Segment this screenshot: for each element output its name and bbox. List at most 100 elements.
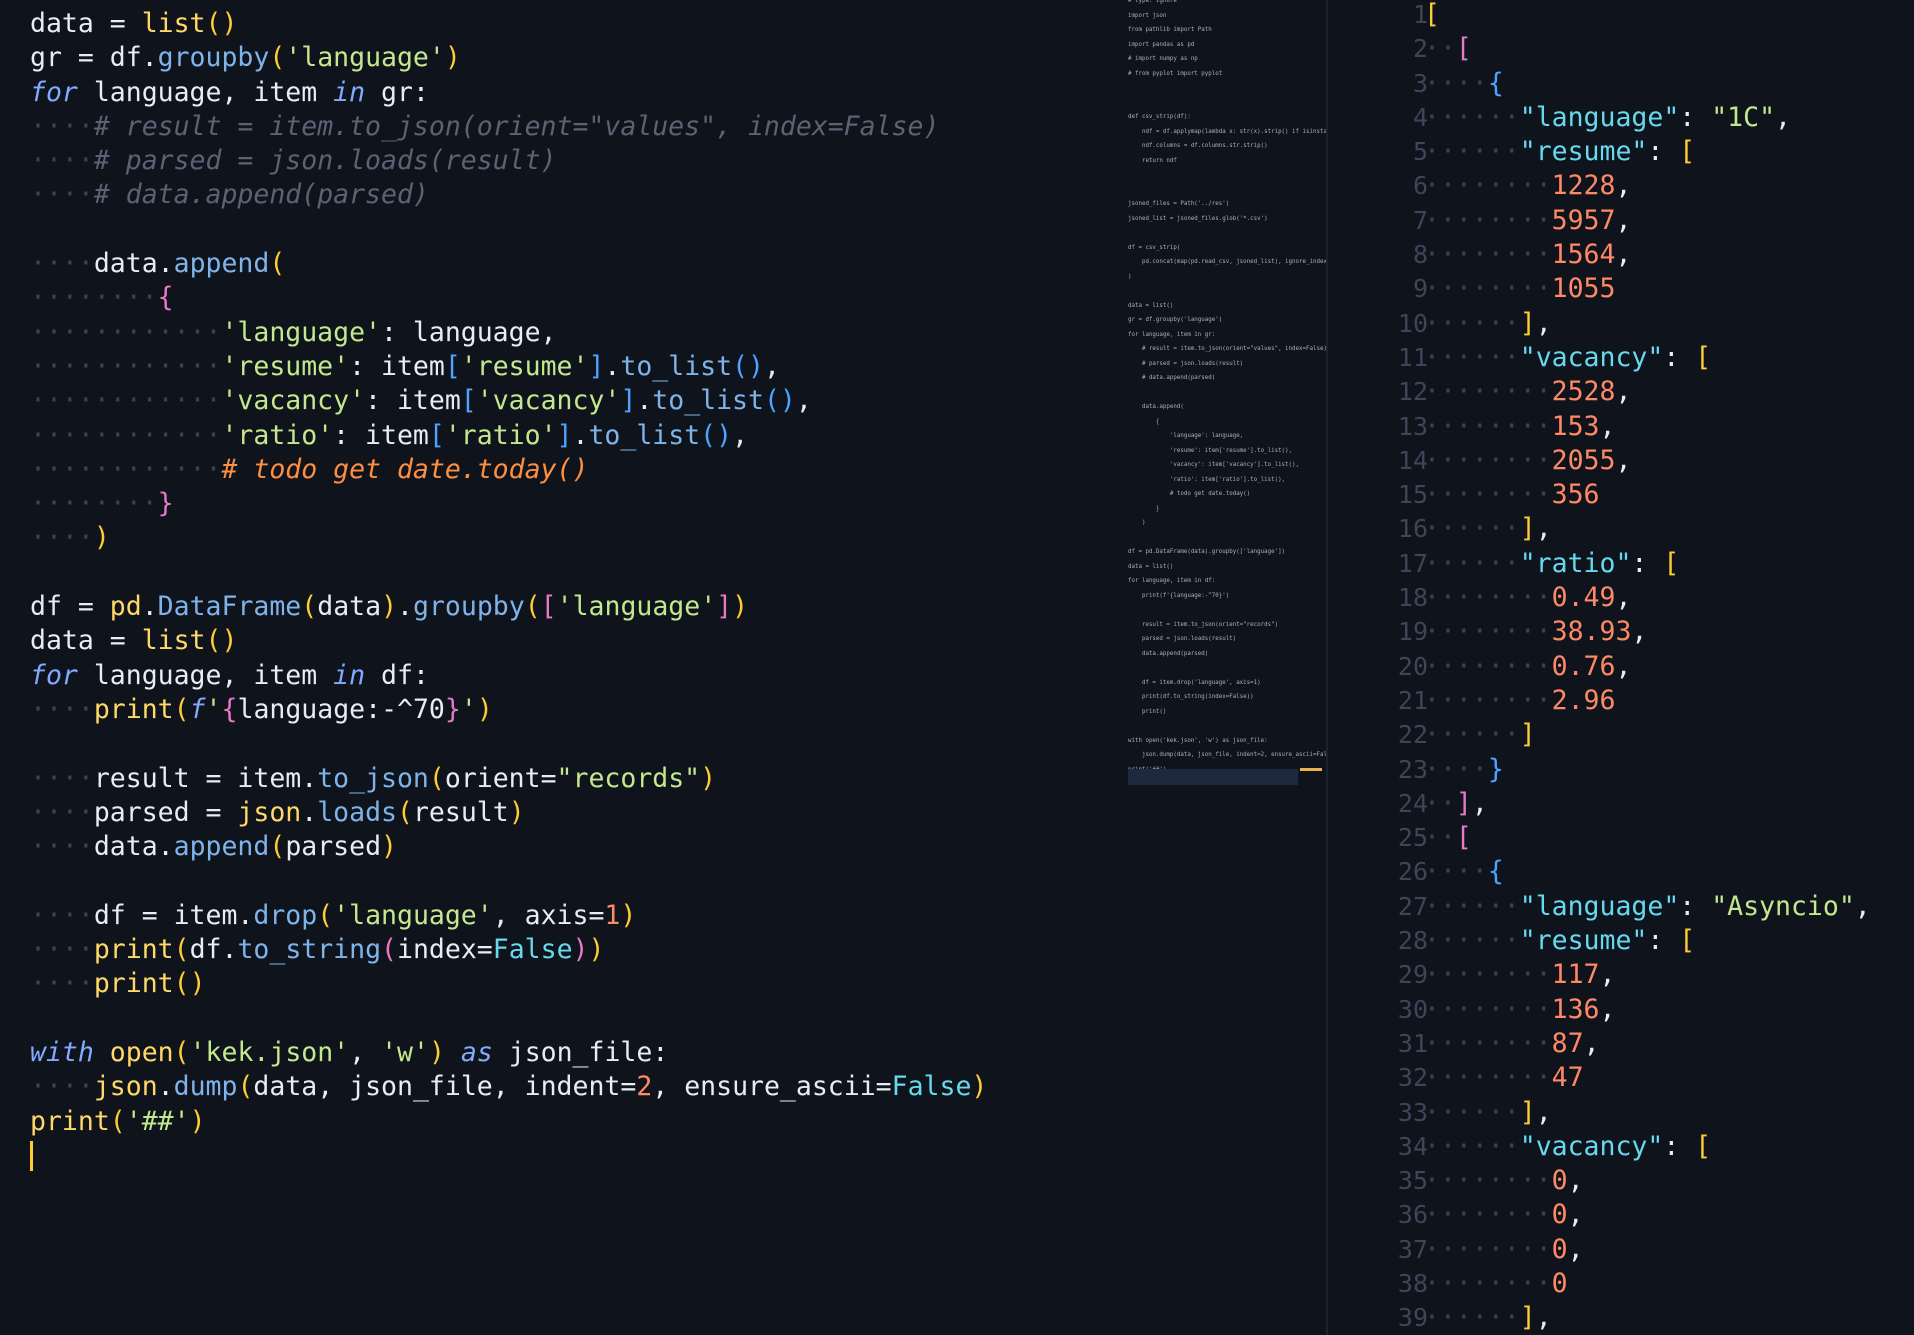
code-line[interactable] <box>30 1002 987 1036</box>
code-line[interactable]: ············'resume': item['resume'].to_… <box>30 350 987 384</box>
code-line[interactable]: ····json.dump(data, json_file, indent=2,… <box>30 1070 987 1104</box>
code-token: . <box>141 591 158 623</box>
code-line[interactable]: ········} <box>30 487 987 521</box>
code-line[interactable]: ····# data.append(parsed) <box>30 178 987 212</box>
json-line[interactable]: ······], <box>1424 1301 1871 1335</box>
json-line[interactable]: ········0, <box>1424 1233 1871 1267</box>
code-line[interactable]: with open('kek.json', 'w') as json_file: <box>30 1036 987 1070</box>
json-line[interactable]: [ <box>1424 0 1871 32</box>
code-token: , <box>1535 1302 1552 1334</box>
json-line[interactable]: ······"vacancy": [ <box>1424 341 1871 375</box>
code-line[interactable]: ····print(df.to_string(index=False)) <box>30 933 987 967</box>
code-token: 'w' <box>381 1036 429 1068</box>
code-line[interactable]: ············'ratio': item['ratio'].to_li… <box>30 419 987 453</box>
code-lines[interactable]: data = list() gr = df.groupby('language')… <box>30 7 987 1173</box>
code-line[interactable]: ····data.append( <box>30 247 987 281</box>
code-line[interactable] <box>30 1139 987 1173</box>
json-line[interactable]: ········0, <box>1424 1198 1871 1232</box>
code-token: print <box>93 693 174 725</box>
code-line[interactable]: for language, item in df: <box>30 659 987 693</box>
code-token: , <box>1567 1199 1584 1231</box>
code-line[interactable]: ····parsed = json.loads(result) <box>30 796 987 830</box>
indent-guide: ············ <box>30 385 222 417</box>
code-line[interactable] <box>30 556 987 590</box>
json-line[interactable]: ······], <box>1424 512 1871 546</box>
json-line[interactable]: ······"resume": [ <box>1424 924 1871 958</box>
code-line[interactable] <box>30 213 987 247</box>
code-editor-pane[interactable]: data = list() gr = df.groupby('language')… <box>0 0 1104 1335</box>
json-line[interactable]: ······"language": "Asyncio", <box>1424 890 1871 924</box>
code-line[interactable]: ····print(f'{language:-^70}') <box>30 693 987 727</box>
code-line[interactable]: ············'language': language, <box>30 316 987 350</box>
json-line[interactable]: ········0.49, <box>1424 581 1871 615</box>
code-line[interactable]: for language, item in gr: <box>30 76 987 110</box>
json-line[interactable]: ········2055, <box>1424 444 1871 478</box>
code-token: . <box>636 385 653 417</box>
line-number: 22 <box>1397 720 1428 750</box>
code-token: , <box>763 350 780 382</box>
json-line[interactable]: ········0.76, <box>1424 650 1871 684</box>
json-line[interactable]: ······"resume": [ <box>1424 135 1871 169</box>
code-token: ( <box>381 934 398 966</box>
code-line[interactable]: ····print() <box>30 967 987 1001</box>
code-token: [ <box>540 591 557 623</box>
json-line[interactable]: ········1228, <box>1424 169 1871 203</box>
json-line[interactable]: ······"vacancy": [ <box>1424 1130 1871 1164</box>
json-line[interactable]: ······], <box>1424 307 1871 341</box>
code-line[interactable]: ····# parsed = json.loads(result) <box>30 144 987 178</box>
code-token: { <box>1487 856 1504 888</box>
json-line[interactable]: ······"language": "1C", <box>1424 101 1871 135</box>
code-line[interactable]: ····df = item.drop('language', axis=1) <box>30 899 987 933</box>
json-preview-pane[interactable]: 1 2 3 4 5 6 7 8 9 10 11 12 13 14 15 16 17 18 19 20 21 22 23 24 2… <box>1328 0 1914 1335</box>
code-token: 1228 <box>1551 170 1616 202</box>
json-line[interactable]: ··[ <box>1424 821 1871 855</box>
json-line[interactable]: ········38.93, <box>1424 615 1871 649</box>
json-line[interactable]: ········1564, <box>1424 238 1871 272</box>
json-line[interactable]: ········356 <box>1424 478 1871 512</box>
indent-guide: ········ <box>1424 1199 1552 1231</box>
code-line[interactable]: ····) <box>30 521 987 555</box>
json-line[interactable]: ····{ <box>1424 67 1871 101</box>
json-line[interactable]: ········47 <box>1424 1061 1871 1095</box>
code-token: () <box>700 419 733 451</box>
minimap[interactable]: # type: ignore import json from pathlib im… <box>1104 0 1332 1335</box>
code-line[interactable]: ····result = item.to_json(orient="record… <box>30 762 987 796</box>
json-line[interactable]: ······"ratio": [ <box>1424 547 1871 581</box>
json-line[interactable]: ········2.96 <box>1424 684 1871 718</box>
code-line[interactable]: data = list() <box>30 7 987 41</box>
code-line[interactable] <box>30 864 987 898</box>
minimap-line: json.dump(data, json_file, indent=2, ens… <box>1128 752 1327 758</box>
json-line[interactable]: ··], <box>1424 787 1871 821</box>
code-line[interactable]: df = pd.DataFrame(data).groupby(['langua… <box>30 590 987 624</box>
json-line[interactable]: ········5957, <box>1424 204 1871 238</box>
json-line[interactable]: ········1055 <box>1424 272 1871 306</box>
indent-guide: ········ <box>1424 410 1552 442</box>
code-line[interactable]: print('##') <box>30 1105 987 1139</box>
code-line[interactable]: gr = df.groupby('language') <box>30 41 987 75</box>
code-line[interactable]: ····data.append(parsed) <box>30 830 987 864</box>
json-line[interactable]: ········87, <box>1424 1027 1871 1061</box>
json-line[interactable]: ········0, <box>1424 1164 1871 1198</box>
minimap-viewport-slider[interactable] <box>1128 769 1298 785</box>
code-line[interactable]: ············'vacancy': item['vacancy'].t… <box>30 384 987 418</box>
json-line[interactable]: ········0 <box>1424 1267 1871 1301</box>
json-line[interactable]: ····{ <box>1424 855 1871 889</box>
json-line[interactable]: ········153, <box>1424 410 1871 444</box>
json-line[interactable]: ······], <box>1424 1096 1871 1130</box>
json-line[interactable]: ··[ <box>1424 32 1871 66</box>
code-line[interactable] <box>30 727 987 761</box>
json-line[interactable]: ········136, <box>1424 993 1871 1027</box>
code-token: language, item <box>77 76 334 108</box>
json-line[interactable]: ········117, <box>1424 958 1871 992</box>
json-line[interactable]: ······] <box>1424 718 1871 752</box>
code-line[interactable]: ········{ <box>30 281 987 315</box>
line-number: 32 <box>1397 1063 1428 1093</box>
json-lines[interactable]: [··[····{······"language": "1C", ······"r… <box>1424 0 1871 1335</box>
code-line[interactable]: ············# todo get date.today() <box>30 453 987 487</box>
json-line[interactable]: ········2528, <box>1424 375 1871 409</box>
code-line[interactable]: ····# result = item.to_json(orient="valu… <box>30 110 987 144</box>
code-token: append <box>173 831 270 863</box>
code-line[interactable]: data = list() <box>30 624 987 658</box>
json-line[interactable]: ····} <box>1424 753 1871 787</box>
